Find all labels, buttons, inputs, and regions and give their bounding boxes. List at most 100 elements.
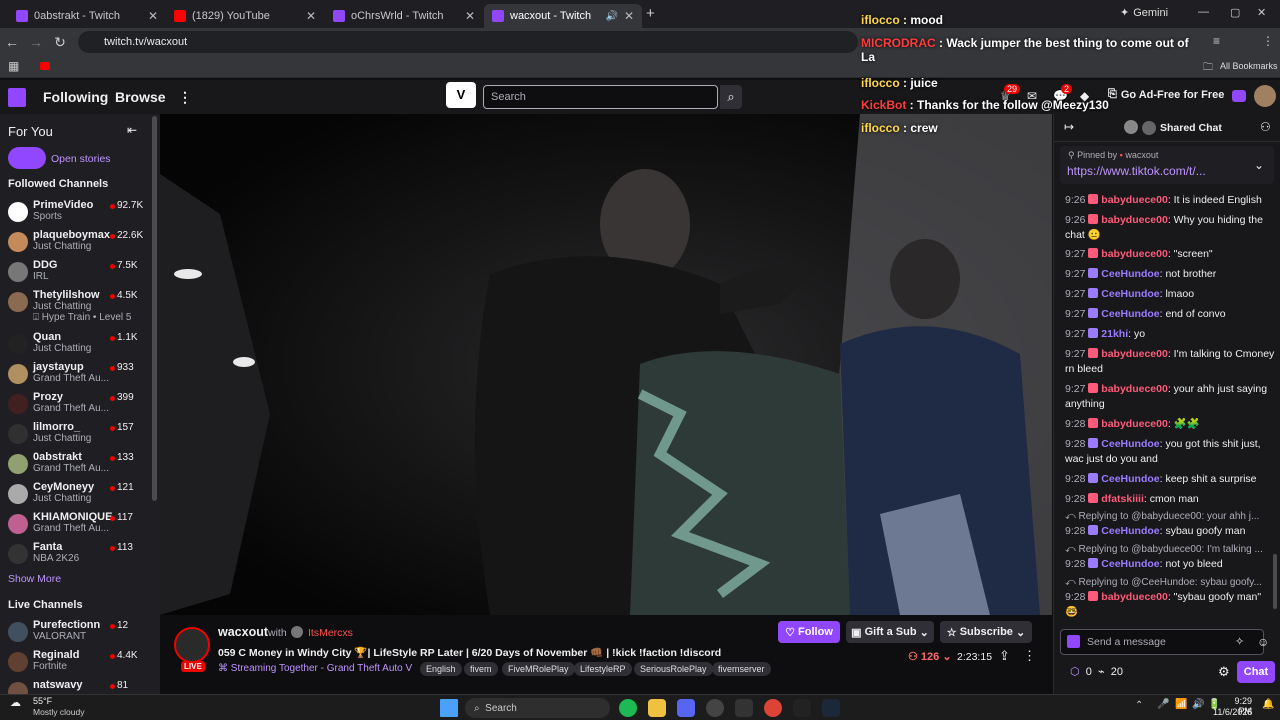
channel-points[interactable]: ⬡ 0 ⌁ 20 (1070, 665, 1123, 678)
tag[interactable]: FiveMRolePlay (502, 662, 575, 676)
subscribe-button[interactable]: ☆ Subscribe ⌄ (940, 621, 1032, 643)
search-icon[interactable]: ⌕ (720, 85, 742, 109)
minimize-icon[interactable]: — (1198, 6, 1209, 18)
discord-icon[interactable] (677, 699, 695, 717)
new-tab-button[interactable]: + (646, 5, 655, 22)
share-icon[interactable]: ⇪ (999, 648, 1010, 664)
sidebar-channel[interactable]: Fanta NBA 2K26 113 (0, 540, 150, 570)
chat-username[interactable]: babyduece00 (1101, 591, 1168, 603)
chat-username[interactable]: CeeHundoe (1101, 288, 1159, 300)
tag[interactable]: fivemserver (712, 662, 771, 676)
volume-icon[interactable]: 🔊 (1192, 699, 1204, 710)
chrome-icon[interactable] (764, 699, 782, 717)
sidebar-channel[interactable]: DDG IRL 7.5K (0, 258, 150, 288)
streamer-avatar[interactable] (174, 627, 210, 663)
close-icon[interactable]: ✕ (465, 9, 475, 23)
reply-context[interactable]: ⤺ Replying to @CeeHundoe: sybau goofy... (1065, 577, 1275, 588)
expand-icon[interactable]: ↦ (1064, 120, 1074, 134)
chevron-down-icon[interactable]: ⌄ (1254, 158, 1264, 172)
chat-button[interactable]: Chat (1237, 661, 1275, 683)
explorer-icon[interactable] (648, 699, 666, 717)
close-icon[interactable]: ✕ (306, 9, 316, 23)
sidebar-scrollbar[interactable] (152, 116, 157, 501)
tag[interactable]: SeriousRolePlay (634, 662, 713, 676)
back-icon[interactable]: ← (0, 34, 24, 50)
chat-username[interactable]: babyduece00 (1101, 348, 1168, 360)
twitch-logo[interactable] (8, 88, 26, 107)
collapse-icon[interactable]: ⇤ (127, 123, 137, 137)
sidebar-channel[interactable]: Quan Just Chatting 1.1K (0, 330, 150, 360)
more-options-icon[interactable]: ⋮ (1023, 648, 1036, 664)
sidebar-live-channel[interactable]: Reginald Fortnite 4.4K (0, 648, 150, 678)
weather-temp[interactable]: 55°F (33, 696, 52, 706)
show-more-link[interactable]: Show More (8, 573, 61, 585)
more-icon[interactable]: ⋮ (178, 89, 192, 106)
taskbar-search[interactable]: ⌕ Search (465, 698, 610, 718)
vault-icon[interactable]: V (446, 82, 476, 108)
reply-context[interactable]: ⤺ Replying to @babyduece00: your ahh j..… (1065, 511, 1275, 522)
wifi-icon[interactable]: 📶 (1175, 699, 1187, 710)
sidebar-channel[interactable]: CeyMoneyy Just Chatting 121 (0, 480, 150, 510)
sidebar-channel[interactable]: plaqueboymax Just Chatting 22.6K (0, 228, 150, 258)
chat-username[interactable]: babyduece00 (1101, 418, 1168, 430)
maximize-icon[interactable]: ▢ (1230, 6, 1240, 19)
url-field[interactable]: twitch.tv/wacxout (78, 31, 858, 53)
chat-username[interactable]: CeeHundoe (1101, 525, 1159, 537)
chat-username[interactable]: babyduece00 (1101, 194, 1168, 206)
tab-wacxout[interactable]: wacxout - Twitch 🔊 ✕ (484, 4, 642, 28)
start-icon[interactable] (440, 699, 458, 717)
nav-following[interactable]: Following (43, 89, 108, 105)
app-icon[interactable] (706, 699, 724, 717)
get-bits-icon[interactable] (1232, 90, 1246, 102)
search-input[interactable]: Search (483, 85, 718, 109)
epic-icon[interactable] (735, 699, 753, 717)
gemini-button[interactable]: ✦ Gemini (1120, 6, 1168, 20)
all-bookmarks-link[interactable]: All Bookmarks (1220, 61, 1278, 71)
reply-context[interactable]: ⤺ Replying to @babyduece00: I'm talking … (1065, 544, 1275, 555)
chat-username[interactable]: CeeHundoe (1101, 438, 1159, 450)
chat-username[interactable]: CeeHundoe (1101, 473, 1159, 485)
tag[interactable]: English (420, 662, 462, 676)
users-icon[interactable]: ⚇ (1260, 120, 1271, 134)
sidebar-live-channel[interactable]: Purefectionn VALORANT 12 (0, 618, 150, 648)
apps-icon[interactable]: ▦ (8, 59, 19, 73)
open-stories-link[interactable]: Open stories (51, 153, 111, 165)
app-icon[interactable] (793, 699, 811, 717)
bits-icon[interactable] (1067, 635, 1080, 648)
speaker-icon[interactable]: 🔊 (605, 11, 617, 22)
sidebar-channel[interactable]: lilmorro_ Just Chatting 157 (0, 420, 150, 450)
chat-username[interactable]: CeeHundoe (1101, 558, 1159, 570)
steam-icon[interactable] (822, 699, 840, 717)
pinned-link[interactable]: https://www.tiktok.com/t/... (1067, 164, 1206, 178)
sidebar-channel[interactable]: jaystayup Grand Theft Au... 933 (0, 360, 150, 390)
close-icon[interactable]: ✕ (624, 9, 634, 23)
sidebar-channel[interactable]: KHIAMONIQUE Grand Theft Au... 117 (0, 510, 150, 540)
tab-ochrswrld[interactable]: oChrsWrld - Twitch ✕ (325, 4, 483, 28)
chat-username[interactable]: babyduece00 (1101, 248, 1168, 260)
chat-username[interactable]: CeeHundoe (1101, 268, 1159, 280)
tag[interactable]: fivem (464, 662, 498, 676)
streaming-together-link[interactable]: ⌘ Streaming Together - Grand Theft Auto … (218, 663, 412, 674)
forward-icon[interactable]: → (24, 34, 48, 50)
sidebar-channel[interactable]: Prozy Grand Theft Au... 399 (0, 390, 150, 420)
gift-sub-button[interactable]: ▣ Gift a Sub ⌄ (846, 621, 934, 643)
stories-avatars[interactable] (8, 147, 46, 169)
streamer-name[interactable]: wacxout (218, 625, 268, 639)
follow-button[interactable]: ♡ Follow (778, 621, 840, 643)
chat-username[interactable]: babyduece00 (1101, 383, 1168, 395)
emote-icon[interactable]: ☺ (1257, 635, 1269, 649)
chat-scrollbar[interactable] (1273, 554, 1277, 609)
tag[interactable]: LifestyleRP (574, 662, 632, 676)
youtube-icon[interactable] (40, 62, 50, 70)
tab-youtube[interactable]: (1829) YouTube ✕ (166, 4, 324, 28)
chat-username[interactable]: dfatskiiii (1101, 493, 1144, 505)
close-icon[interactable]: ✕ (148, 9, 158, 23)
chevron-up-icon[interactable]: ⌃ (1135, 700, 1143, 711)
chat-input[interactable]: Send a message ✧ (1060, 629, 1264, 655)
video-player[interactable] (160, 114, 1052, 615)
spotify-icon[interactable] (619, 699, 637, 717)
user-avatar[interactable] (1254, 85, 1276, 107)
close-window-icon[interactable]: ✕ (1257, 6, 1266, 19)
guest-name[interactable]: ItsMercxs (308, 627, 353, 639)
sidebar-live-channel[interactable]: natswavy 81 (0, 678, 150, 694)
